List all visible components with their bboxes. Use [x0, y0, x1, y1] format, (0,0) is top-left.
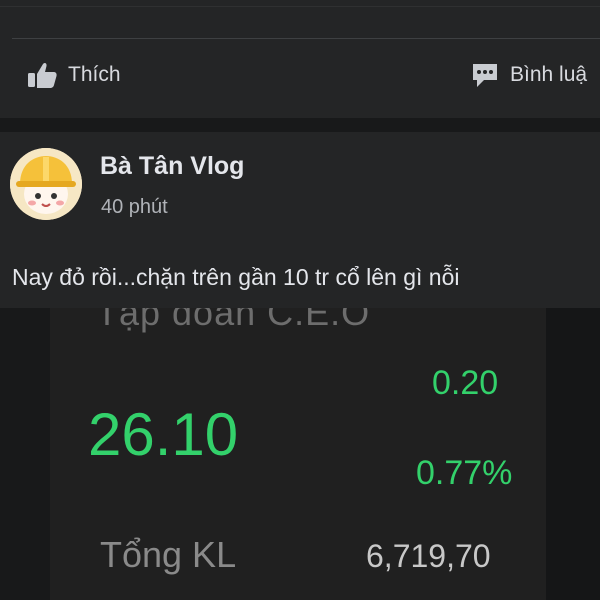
- thumbs-up-icon: [28, 62, 57, 88]
- volume-value: 6,719,70: [366, 538, 491, 574]
- post-card: Bà Tân Vlog 40 phút Nay đỏ rồi...chặn tr…: [0, 132, 600, 600]
- volume-label: Tổng KL: [100, 534, 237, 575]
- post-photo[interactable]: Tập đoàn C.E.O 26.10 0.20 0.77% Tổng KL …: [0, 308, 600, 600]
- avatar[interactable]: [10, 148, 82, 220]
- divider: [12, 38, 600, 39]
- post-text: Nay đỏ rồi...chặn trên gần 10 tr cổ lên …: [12, 264, 460, 290]
- stock-price: 26.10: [88, 401, 239, 468]
- company-name: Tập đoàn C.E.O: [96, 308, 371, 333]
- author-name[interactable]: Bà Tân Vlog: [100, 152, 244, 181]
- price-change: 0.20: [432, 364, 499, 402]
- price-change-percent: 0.77%: [416, 454, 513, 492]
- photo-border: [546, 308, 600, 600]
- comment-button[interactable]: Bình luậ: [470, 58, 587, 92]
- avatar-icon: [10, 148, 82, 220]
- like-label: Thích: [68, 63, 121, 86]
- comment-label: Bình luậ: [510, 63, 588, 86]
- divider: [0, 6, 600, 7]
- feed-gap: [0, 118, 600, 132]
- comment-icon: [473, 64, 497, 87]
- previous-post-footer: Thích Bình luậ: [0, 0, 600, 118]
- post-timestamp[interactable]: 40 phút: [101, 196, 168, 219]
- like-button[interactable]: Thích: [26, 58, 121, 92]
- photo-border: [0, 308, 50, 600]
